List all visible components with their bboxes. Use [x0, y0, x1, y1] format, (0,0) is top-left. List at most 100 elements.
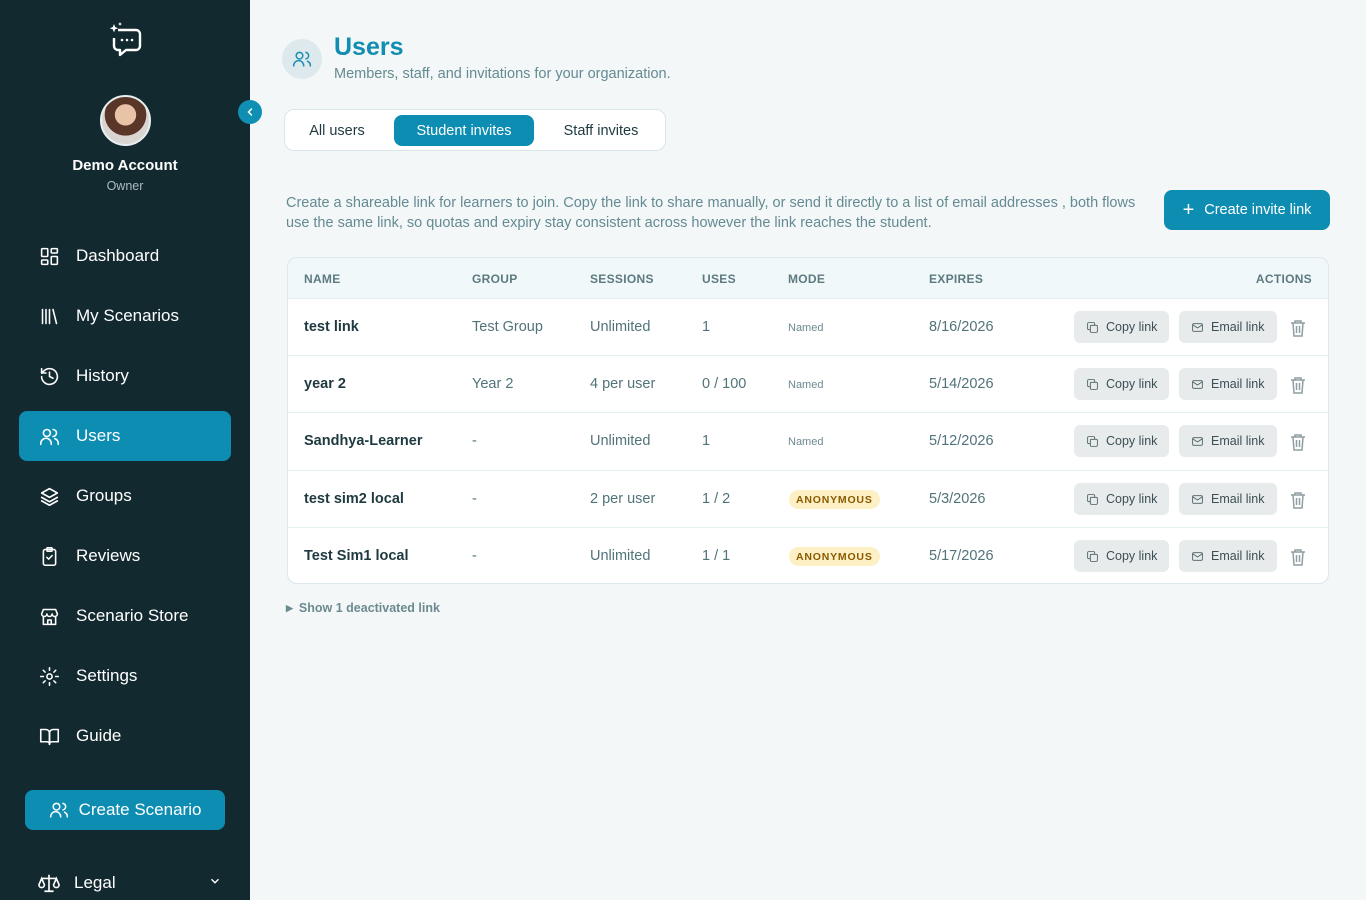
column-header-name: NAME	[304, 272, 341, 286]
invite-group: -	[472, 548, 477, 564]
copy-link-button[interactable]: Copy link	[1074, 311, 1170, 343]
sidebar-item-settings[interactable]: Settings	[19, 651, 231, 701]
create-scenario-button[interactable]: Create Scenario	[25, 790, 225, 830]
sidebar-item-legal[interactable]: Legal	[38, 872, 228, 894]
copy-link-button[interactable]: Copy link	[1074, 368, 1170, 400]
caret-right-icon: ▶	[286, 602, 293, 613]
sidebar-item-label: Reviews	[76, 546, 141, 565]
mail-icon	[1191, 321, 1211, 334]
tab-student-invites[interactable]: Student invites	[394, 115, 534, 146]
column-header-group: GROUP	[472, 272, 518, 286]
copy-icon	[1086, 435, 1106, 448]
avatar[interactable]	[100, 95, 151, 146]
show-deactivated-toggle[interactable]: ▶ Show 1 deactivated link	[286, 601, 440, 615]
invite-sessions: Unlimited	[590, 548, 651, 564]
sidebar-item-users[interactable]: Users	[19, 411, 231, 461]
copy-link-label: Copy link	[1106, 434, 1158, 448]
mail-icon	[1191, 550, 1211, 563]
copy-link-button[interactable]: Copy link	[1074, 425, 1170, 457]
email-link-label: Email link	[1211, 492, 1265, 506]
trash-icon[interactable]	[1290, 548, 1306, 566]
sidebar-item-label: Guide	[76, 726, 122, 745]
table-row: test sim2 local - 2 per user 1 / 2 ANONYMOUS…	[288, 470, 1328, 527]
tab-bar: All users Student invites Staff invites	[284, 109, 666, 151]
sidebar-item-scenario-store[interactable]: Scenario Store	[19, 591, 231, 641]
mail-icon	[1191, 493, 1211, 506]
gear-icon	[38, 665, 60, 687]
layers-icon	[38, 485, 60, 507]
invite-name: Test Sim1 local	[304, 548, 409, 564]
invite-sessions: 4 per user	[590, 376, 656, 392]
sidebar-item-reviews[interactable]: Reviews	[19, 531, 231, 581]
copy-icon	[1086, 550, 1106, 563]
sidebar-item-guide[interactable]: Guide	[19, 711, 231, 761]
sidebar-item-label: Scenario Store	[76, 606, 189, 625]
invite-name: test link	[304, 319, 359, 335]
email-link-button[interactable]: Email link	[1179, 483, 1277, 515]
sidebar: Demo Account Owner Dashboard My Scenario…	[0, 0, 250, 900]
invite-uses: 1	[702, 433, 711, 449]
sidebar-collapse-button[interactable]	[238, 100, 262, 124]
legal-label: Legal	[74, 873, 116, 892]
copy-link-label: Copy link	[1106, 320, 1158, 334]
create-invite-link-button[interactable]: + Create invite link	[1164, 190, 1330, 230]
sidebar-item-label: Settings	[76, 666, 138, 685]
email-link-label: Email link	[1211, 377, 1265, 391]
mode-label: Named	[788, 436, 824, 448]
tab-staff-invites[interactable]: Staff invites	[545, 115, 657, 146]
clipboard-icon	[38, 545, 60, 567]
email-link-button[interactable]: Email link	[1179, 311, 1277, 343]
invite-sessions: Unlimited	[590, 319, 651, 335]
app-logo-icon[interactable]	[106, 20, 146, 60]
invite-name: Sandhya-Learner	[304, 433, 423, 449]
page-subtitle: Members, staff, and invitations for your…	[334, 66, 671, 82]
users-icon	[38, 425, 60, 447]
trash-icon[interactable]	[1290, 433, 1306, 451]
copy-icon	[1086, 321, 1106, 334]
page-title: Users	[334, 33, 404, 61]
copy-link-label: Copy link	[1106, 377, 1158, 391]
users-icon	[49, 802, 68, 818]
trash-icon[interactable]	[1290, 319, 1306, 337]
table-row: test link Test Group Unlimited 1 Named 8/16/2…	[288, 298, 1328, 355]
mode-label: Named	[788, 322, 824, 334]
invite-uses: 1	[702, 319, 711, 335]
users-header-icon	[282, 39, 322, 79]
chevron-left-icon	[247, 108, 253, 116]
library-icon	[38, 305, 60, 327]
email-link-button[interactable]: Email link	[1179, 368, 1277, 400]
email-link-label: Email link	[1211, 434, 1265, 448]
invite-sessions: 2 per user	[590, 491, 656, 507]
history-icon	[38, 365, 60, 387]
invite-expires: 8/16/2026	[929, 319, 994, 335]
table-row: year 2 Year 2 4 per user 0 / 100 Named 5/14/2…	[288, 355, 1328, 412]
table-row: Test Sim1 local - Unlimited 1 / 1 ANONYMOUS 5…	[288, 527, 1328, 583]
column-header-expires: EXPIRES	[929, 272, 984, 286]
copy-link-button[interactable]: Copy link	[1074, 540, 1170, 572]
email-link-button[interactable]: Email link	[1179, 425, 1277, 457]
invite-sessions: Unlimited	[590, 433, 651, 449]
email-link-button[interactable]: Email link	[1179, 540, 1277, 572]
sidebar-item-dashboard[interactable]: Dashboard	[19, 231, 231, 281]
copy-link-button[interactable]: Copy link	[1074, 483, 1170, 515]
trash-icon[interactable]	[1290, 491, 1306, 509]
email-link-label: Email link	[1211, 320, 1265, 334]
tab-all-users[interactable]: All users	[291, 115, 383, 146]
sidebar-item-history[interactable]: History	[19, 351, 231, 401]
copy-link-label: Copy link	[1106, 549, 1158, 563]
column-header-mode: MODE	[788, 272, 826, 286]
invite-table: NAME GROUP SESSIONS USES MODE EXPIRES AC…	[287, 257, 1329, 584]
store-icon	[38, 605, 60, 627]
sidebar-item-groups[interactable]: Groups	[19, 471, 231, 521]
trash-icon[interactable]	[1290, 376, 1306, 394]
invite-uses: 1 / 2	[702, 491, 731, 507]
create-scenario-label: Create Scenario	[78, 800, 202, 819]
invite-group: -	[472, 433, 477, 449]
invite-expires: 5/14/2026	[929, 376, 994, 392]
sidebar-item-my-scenarios[interactable]: My Scenarios	[19, 291, 231, 341]
table-header: NAME GROUP SESSIONS USES MODE EXPIRES AC…	[288, 258, 1328, 298]
account-name: Demo Account	[72, 157, 178, 174]
mode-label: Named	[788, 379, 824, 391]
email-link-label: Email link	[1211, 549, 1265, 563]
dashboard-icon	[38, 245, 60, 267]
